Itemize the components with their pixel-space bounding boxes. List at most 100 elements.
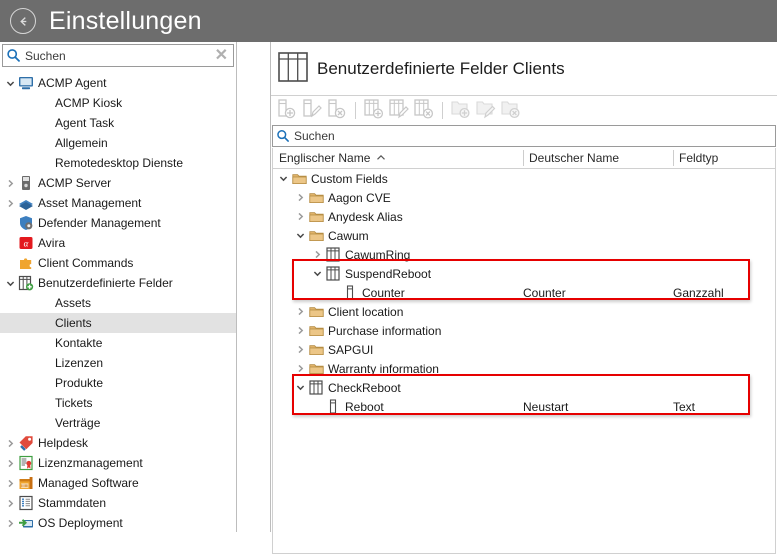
row-english-name: Client location	[328, 304, 404, 319]
chevron-right-icon[interactable]	[4, 499, 17, 508]
page-title: Benutzerdefinierte Felder Clients	[317, 58, 565, 78]
table-row[interactable]: Reboot Neustart Text	[273, 397, 775, 416]
folder-icon	[307, 324, 325, 338]
row-german-name: Neustart	[523, 399, 569, 414]
table-row[interactable]: Anydesk Alias	[273, 207, 775, 226]
sidebar-item-kontakte[interactable]: Kontakte	[0, 333, 236, 353]
field-icon	[341, 285, 359, 300]
chevron-right-icon[interactable]	[294, 212, 307, 221]
sidebar-item-label: Lizenzen	[55, 356, 104, 370]
sidebar-item-vertr-ge[interactable]: Verträge	[0, 413, 236, 433]
table-row[interactable]: Warranty information	[273, 359, 775, 378]
row-field-type: Ganzzahl	[673, 285, 724, 300]
list-icon	[17, 495, 35, 511]
grid-search[interactable]: Suchen	[272, 125, 776, 147]
sidebar-item-label: Stammdaten	[38, 496, 107, 510]
chevron-right-icon[interactable]	[4, 479, 17, 488]
column-header-feldtyp[interactable]: Feldtyp	[673, 148, 775, 168]
table-row[interactable]: SAPGUI	[273, 340, 775, 359]
sidebar-item-produkte[interactable]: Produkte	[0, 373, 236, 393]
chevron-down-icon[interactable]	[277, 174, 290, 183]
chevron-right-icon[interactable]	[294, 326, 307, 335]
chevron-right-icon[interactable]	[4, 459, 17, 468]
folder-icon	[307, 305, 325, 319]
sort-ascending-icon	[376, 153, 386, 163]
sidebar-item-client-commands[interactable]: Client Commands	[0, 253, 236, 273]
sidebar-item-tickets[interactable]: Tickets	[0, 393, 236, 413]
sidebar-item-acmp-kiosk[interactable]: ACMP Kiosk	[0, 93, 236, 113]
column-divider[interactable]	[523, 150, 524, 166]
custom-fields-icon	[17, 275, 35, 291]
tag-icon	[17, 435, 35, 451]
table-row[interactable]: Counter Counter Ganzzahl	[273, 283, 775, 302]
table-row[interactable]: Client location	[273, 302, 775, 321]
table-row[interactable]: CawumRing	[273, 245, 775, 264]
table-row[interactable]: CheckReboot	[273, 378, 775, 397]
folder-icon	[307, 191, 325, 205]
table-columns-icon	[324, 266, 342, 281]
sidebar-item-lizenzen[interactable]: Lizenzen	[0, 353, 236, 373]
field-edit-icon	[302, 99, 322, 122]
sidebar-item-defender-management[interactable]: Defender Management	[0, 213, 236, 233]
table-row[interactable]: Cawum	[273, 226, 775, 245]
column-divider[interactable]	[673, 150, 674, 166]
sidebar-item-label: Agent Task	[55, 116, 115, 130]
table-row[interactable]: Purchase information	[273, 321, 775, 340]
chevron-right-icon[interactable]	[4, 439, 17, 448]
sidebar-item-os-deployment[interactable]: OS Deployment	[0, 513, 236, 532]
chevron-down-icon[interactable]	[4, 79, 17, 88]
sidebar-item-remotedesktop-dienste[interactable]: Remotedesktop Dienste	[0, 153, 236, 173]
field-delete-icon	[327, 99, 347, 122]
chevron-down-icon[interactable]	[4, 279, 17, 288]
sidebar-item-label: Produkte	[55, 376, 104, 390]
sidebar-item-asset-management[interactable]: Asset Management	[0, 193, 236, 213]
table-row[interactable]: Aagon CVE	[273, 188, 775, 207]
svg-text:α: α	[24, 239, 29, 249]
sidebar-item-avira[interactable]: α Avira	[0, 233, 236, 253]
sidebar-item-lizenzmanagement[interactable]: Lizenzmanagement	[0, 453, 236, 473]
sidebar-search-placeholder: Suchen	[25, 48, 66, 63]
sidebar-item-label: Allgemein	[55, 136, 108, 150]
folder-icon	[307, 362, 325, 376]
chevron-right-icon[interactable]	[294, 364, 307, 373]
sidebar-item-acmp-server[interactable]: ACMP Server	[0, 173, 236, 193]
chevron-right-icon[interactable]	[294, 345, 307, 354]
search-icon	[7, 49, 20, 62]
sidebar-search[interactable]: Suchen ✕	[2, 44, 234, 67]
chevron-down-icon[interactable]	[311, 269, 324, 278]
sidebar-item-label: Verträge	[55, 416, 101, 430]
row-english-name: Cawum	[328, 228, 369, 243]
sidebar-item-benutzerdefinierte-felder[interactable]: Benutzerdefinierte Felder	[0, 273, 236, 293]
column-header-englischer-name[interactable]: Englischer Name	[273, 148, 529, 168]
sidebar-item-clients[interactable]: Clients	[0, 313, 236, 333]
sidebar-item-stammdaten[interactable]: Stammdaten	[0, 493, 236, 513]
row-english-name: Warranty information	[328, 361, 439, 376]
sidebar-item-agent-task[interactable]: Agent Task	[0, 113, 236, 133]
table-row[interactable]: SuspendReboot	[273, 264, 775, 283]
chevron-right-icon[interactable]	[4, 519, 17, 528]
column-header-deutscher-name[interactable]: Deutscher Name	[523, 148, 679, 168]
grid-body: Custom Fields Aagon CVE Anydesk Alias Cawum…	[273, 169, 775, 416]
add-table-button	[363, 99, 385, 122]
sidebar-item-assets[interactable]: Assets	[0, 293, 236, 313]
separator-2	[442, 102, 443, 119]
field-icon	[324, 399, 342, 414]
back-button[interactable]	[10, 8, 36, 34]
sidebar-item-label: ACMP Kiosk	[55, 96, 123, 110]
chevron-right-icon[interactable]	[4, 199, 17, 208]
chevron-down-icon[interactable]	[294, 383, 307, 392]
edit-folder-button	[475, 100, 497, 122]
chevron-right-icon[interactable]	[311, 250, 324, 259]
chevron-down-icon[interactable]	[294, 231, 307, 240]
sidebar-item-managed-software[interactable]: Managed Software	[0, 473, 236, 493]
sidebar-item-helpdesk[interactable]: Helpdesk	[0, 433, 236, 453]
sidebar-item-allgemein[interactable]: Allgemein	[0, 133, 236, 153]
chevron-right-icon[interactable]	[4, 179, 17, 188]
sidebar-item-label: ACMP Agent	[38, 76, 107, 90]
table-row[interactable]: Custom Fields	[273, 169, 775, 188]
clear-icon[interactable]: ✕	[215, 47, 228, 64]
chevron-right-icon[interactable]	[294, 193, 307, 202]
sidebar-item-acmp-agent[interactable]: ACMP Agent	[0, 73, 236, 93]
chevron-right-icon[interactable]	[294, 307, 307, 316]
sidebar-item-label: Clients	[55, 316, 92, 330]
